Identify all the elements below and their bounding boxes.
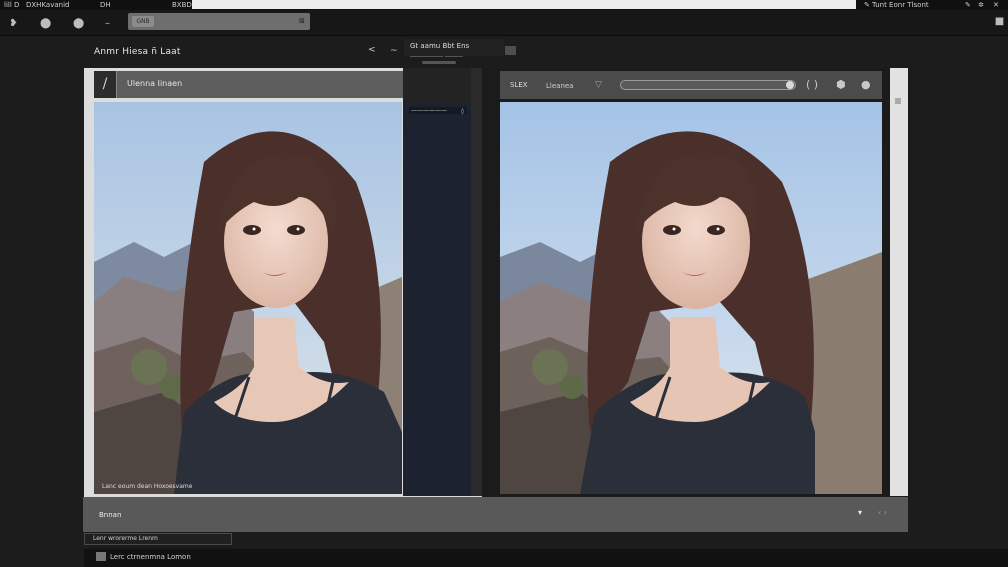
toolbar: ❥ ⬤ ⬤ – GNB ⊠ ■ [0, 10, 1008, 36]
back-icon[interactable]: < [368, 45, 376, 55]
menu-item[interactable]: BXBD [172, 0, 192, 10]
page-title: Anmr Hiesa ñ Laat [94, 47, 181, 57]
dash-icon[interactable]: – [102, 18, 113, 29]
right-panel-header: SLEX Lleanea ▽ ( ) ⬢ ● [500, 71, 882, 99]
bottom-bar-label[interactable]: Bnnan [99, 511, 121, 519]
status-chip[interactable] [96, 552, 106, 561]
dropdown-icon[interactable]: ▾ [858, 508, 862, 517]
filter-icon[interactable]: ▽ [595, 80, 602, 90]
search-tag[interactable]: GNB [132, 16, 154, 27]
nav-arrows-icon[interactable]: ‹ › [878, 508, 887, 517]
zoom-slider[interactable] [620, 80, 796, 90]
clear-search-icon[interactable]: ⊠ [299, 16, 307, 27]
menu-item[interactable]: lill [4, 0, 12, 10]
sidebar-close-icon[interactable]: ◊ [461, 108, 464, 115]
status-text: Lerc ctrnenmna Lomon [110, 553, 191, 561]
dot-icon[interactable]: ● [861, 78, 871, 91]
blob-icon[interactable]: ⬤ [40, 18, 51, 29]
bracket-icon[interactable]: ( ) [806, 78, 818, 91]
popup-handle[interactable] [422, 61, 456, 64]
search-input[interactable]: GNB ⊠ [128, 13, 310, 30]
status-strip: Lenr wrorerme Lrenm [84, 533, 232, 545]
sidebar-label[interactable]: —————— [409, 107, 467, 114]
portrait-image-right [500, 102, 882, 494]
menu-item[interactable]: DXHKavanid [26, 0, 69, 10]
close-icon[interactable]: ✕ [993, 0, 999, 10]
sidebar-header [403, 68, 471, 104]
bottom-bar: Bnnan ▾ ‹ › [83, 497, 908, 532]
panel-divider[interactable] [471, 68, 482, 496]
left-panel-header: / Ulenna Iinaen [94, 71, 403, 98]
blob-icon[interactable]: ⬤ [73, 18, 84, 29]
status-bar: Lerc ctrnenmna Lomon [84, 549, 1008, 567]
right-panel-label[interactable]: SLEX [510, 81, 528, 89]
square-icon[interactable]: ■ [994, 16, 1005, 27]
pencil-icon[interactable]: ✎ [864, 0, 870, 10]
bookmark-icon[interactable]: ❥ [8, 18, 19, 29]
pencil-icon[interactable]: ✎ [965, 0, 971, 10]
hexagon-icon[interactable]: ⬢ [836, 78, 846, 91]
portrait-svg-right [500, 102, 882, 494]
portrait-svg-left [94, 102, 402, 494]
slider-knob[interactable] [786, 81, 794, 89]
menu-right-text[interactable]: Tunt Eonr Tlsont [872, 0, 929, 10]
right-scrollbar[interactable] [890, 68, 908, 496]
address-bar[interactable] [192, 0, 856, 9]
menu-item[interactable]: DH [100, 0, 111, 10]
popup-close-button[interactable] [505, 46, 516, 55]
menu-item[interactable]: D [14, 0, 19, 10]
tilde-icon[interactable]: ~ [390, 46, 398, 56]
left-panel-title: Ulenna Iinaen [127, 79, 183, 88]
right-panel-label-2[interactable]: Lleanea [546, 82, 573, 90]
scrollbar-thumb[interactable] [895, 98, 901, 104]
popup-sub: ___________ ______ [410, 50, 463, 57]
center-popup[interactable]: Gt aamu Bbt Ens ___________ ______ [404, 39, 504, 57]
gear-icon[interactable]: ✲ [978, 0, 984, 10]
slash-tool-icon[interactable]: / [94, 71, 117, 98]
portrait-image-left [94, 102, 402, 494]
left-image-caption: Lanc eoum dean Hoxoesvame [102, 483, 193, 490]
left-sidebar: —————— ◊ [403, 68, 471, 496]
